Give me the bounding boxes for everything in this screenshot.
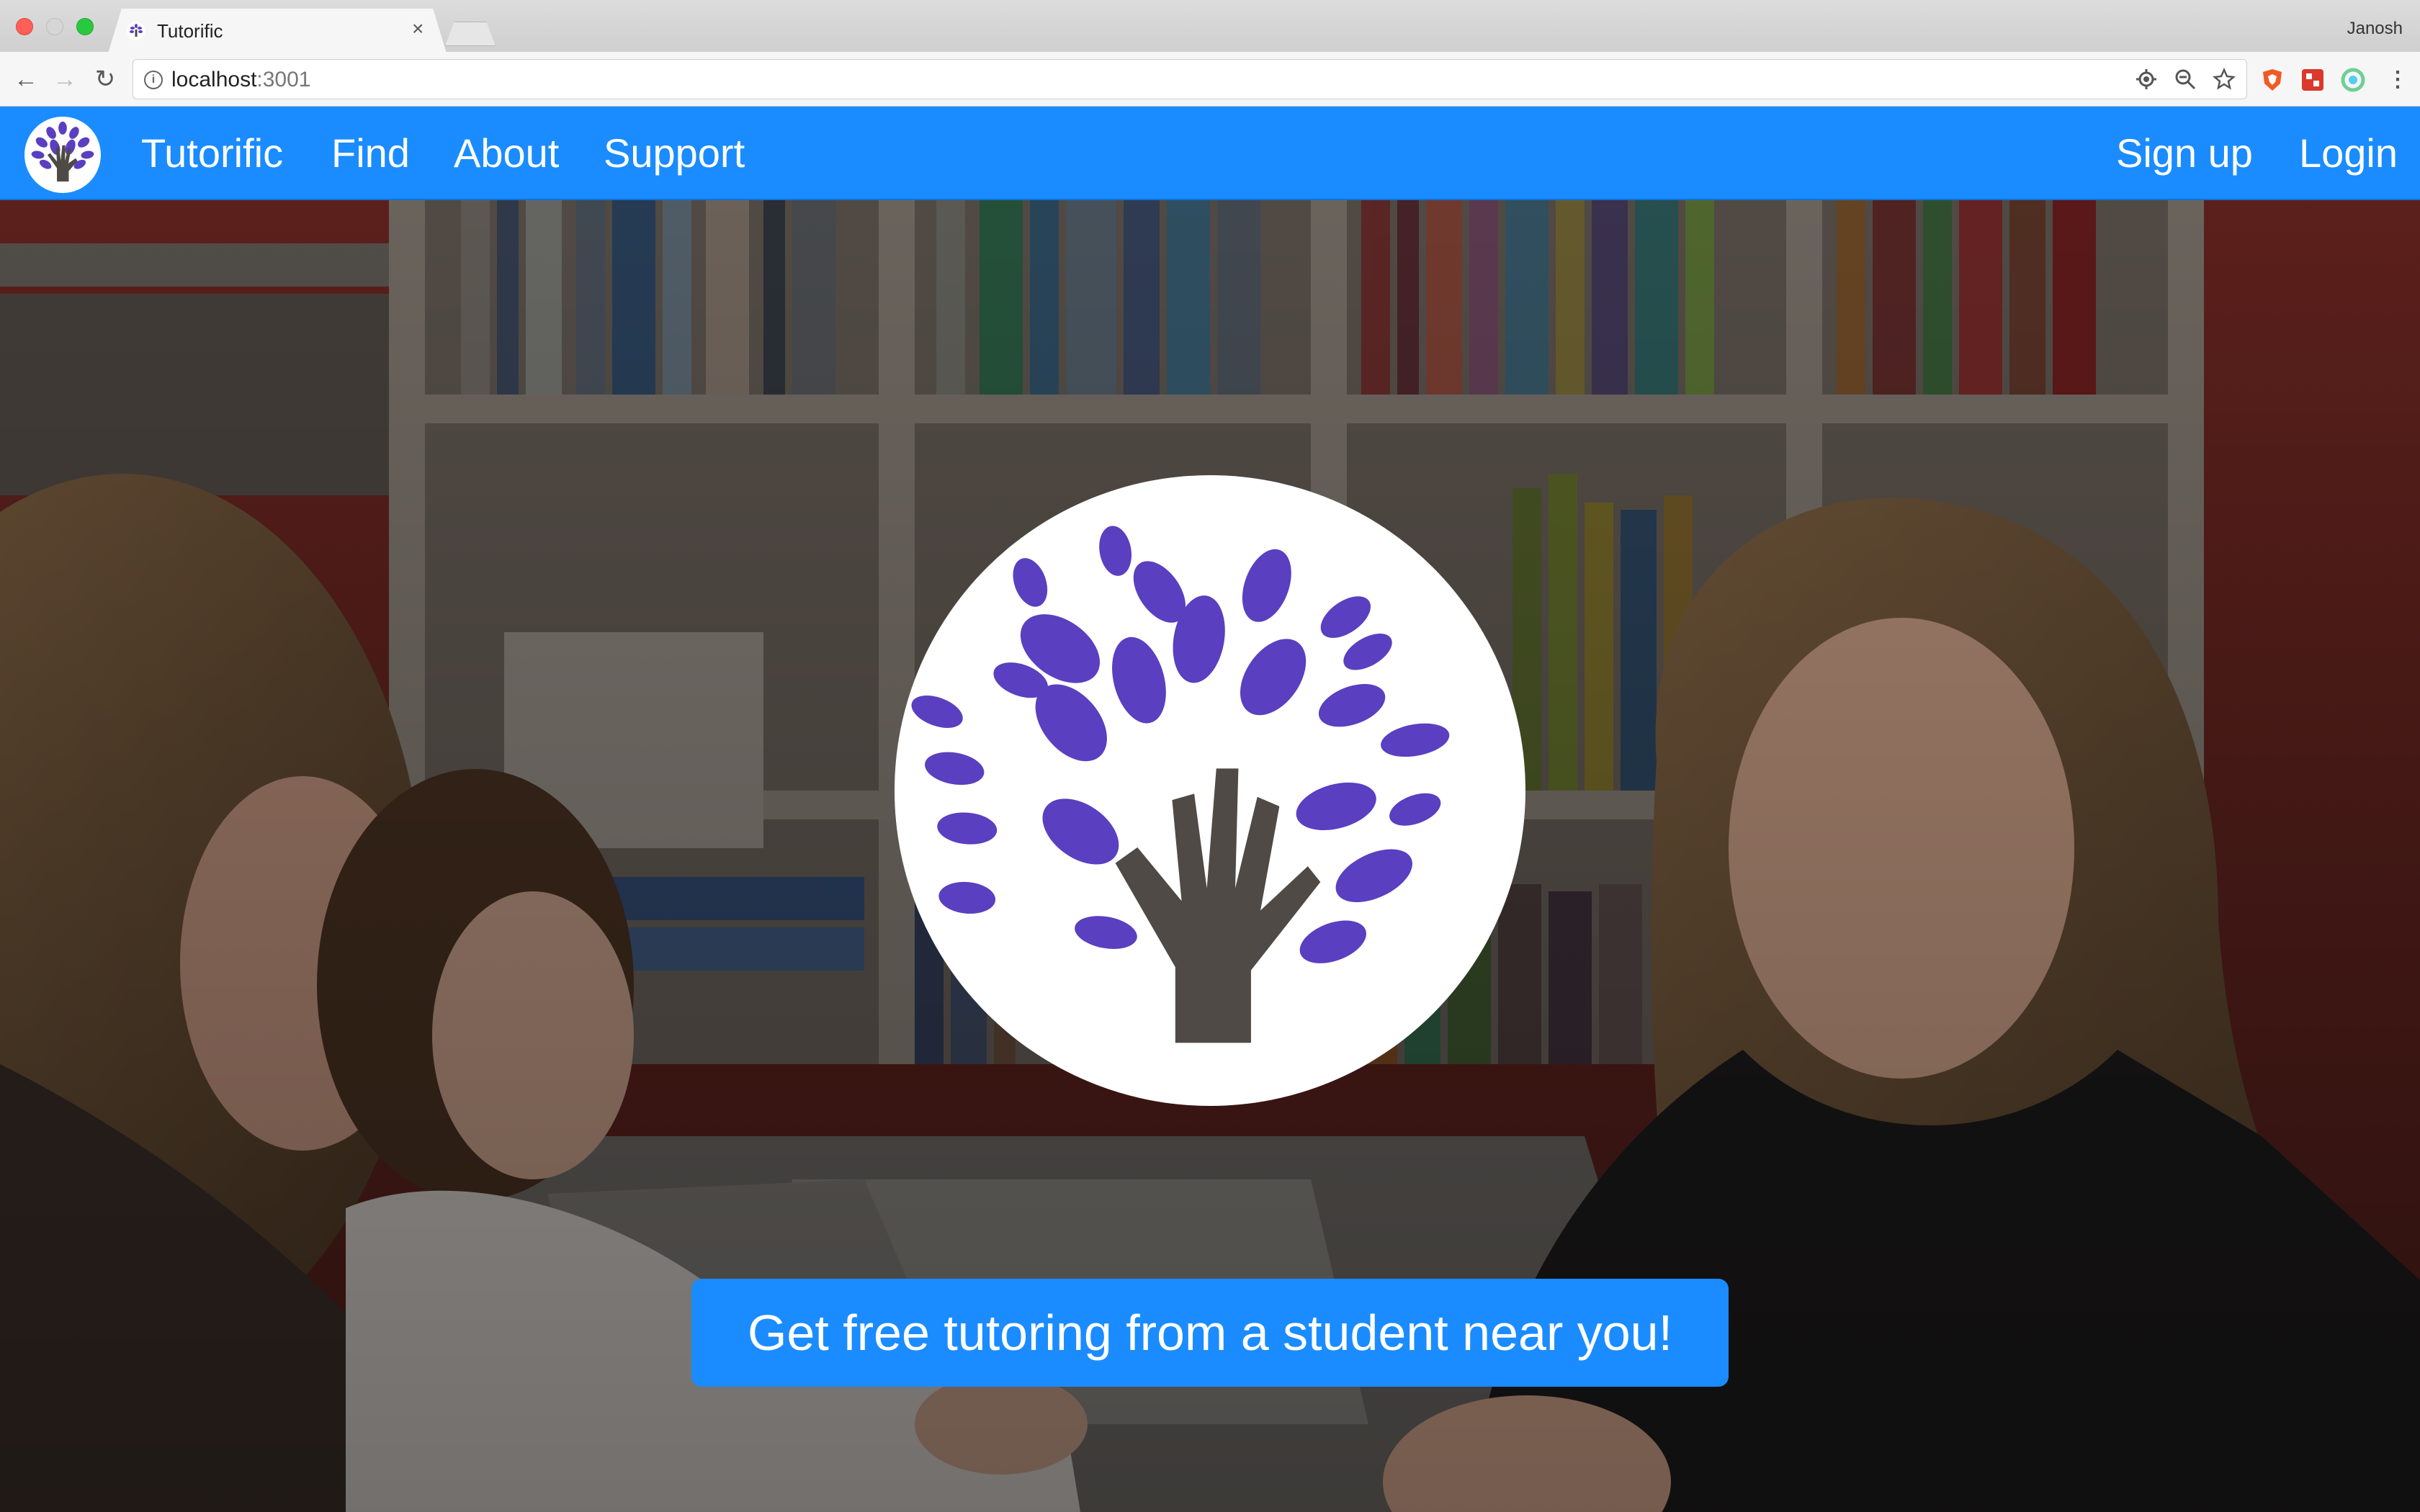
nav-link-sign-up[interactable]: Sign up	[2116, 128, 2253, 179]
tree-hand-logo-icon	[31, 121, 94, 182]
minimize-window-button[interactable]	[46, 18, 63, 35]
url-port: :3001	[256, 68, 311, 91]
close-window-button[interactable]	[16, 18, 33, 35]
forward-arrow-icon[interactable]: →	[50, 65, 79, 94]
location-icon[interactable]	[2135, 68, 2158, 91]
reload-icon[interactable]: ↻	[91, 65, 120, 94]
nav-link-about[interactable]: About	[454, 128, 559, 179]
url-host: localhost	[171, 68, 257, 91]
profile-name[interactable]: Janosh	[2347, 19, 2403, 39]
nav-link-find[interactable]: Find	[331, 128, 410, 179]
nav-brand-tutorific[interactable]: Tutorific	[141, 128, 283, 179]
tree-hand-logo-icon	[911, 526, 1450, 1043]
zoom-icon[interactable]	[2174, 68, 2197, 91]
brave-shield-extension-icon[interactable]	[2260, 68, 2285, 92]
hero-logo	[895, 475, 1525, 1106]
bookmark-star-icon[interactable]	[2213, 68, 2236, 91]
nav-link-login[interactable]: Login	[2299, 128, 2398, 179]
tab-close-icon[interactable]: ×	[412, 19, 424, 39]
hero-section: Get free tutoring from a student near yo…	[0, 200, 2420, 1512]
tab-title: Tutorific	[157, 20, 223, 42]
browser-menu-icon[interactable]: ⋮	[2387, 68, 2408, 92]
back-arrow-icon[interactable]: ←	[12, 65, 40, 94]
address-url[interactable]: localhost:3001	[171, 68, 310, 92]
red-extension-icon[interactable]	[2300, 68, 2325, 92]
nav-link-support[interactable]: Support	[604, 128, 745, 179]
cta-button[interactable]: Get free tutoring from a student near yo…	[691, 1279, 1729, 1387]
site-info-icon[interactable]: i	[144, 71, 163, 89]
address-bar[interactable]	[133, 59, 2247, 99]
green-extension-icon[interactable]	[2341, 68, 2365, 92]
maximize-window-button[interactable]	[76, 18, 94, 35]
brand-logo[interactable]	[24, 117, 101, 193]
tutorific-favicon-icon	[127, 22, 145, 40]
